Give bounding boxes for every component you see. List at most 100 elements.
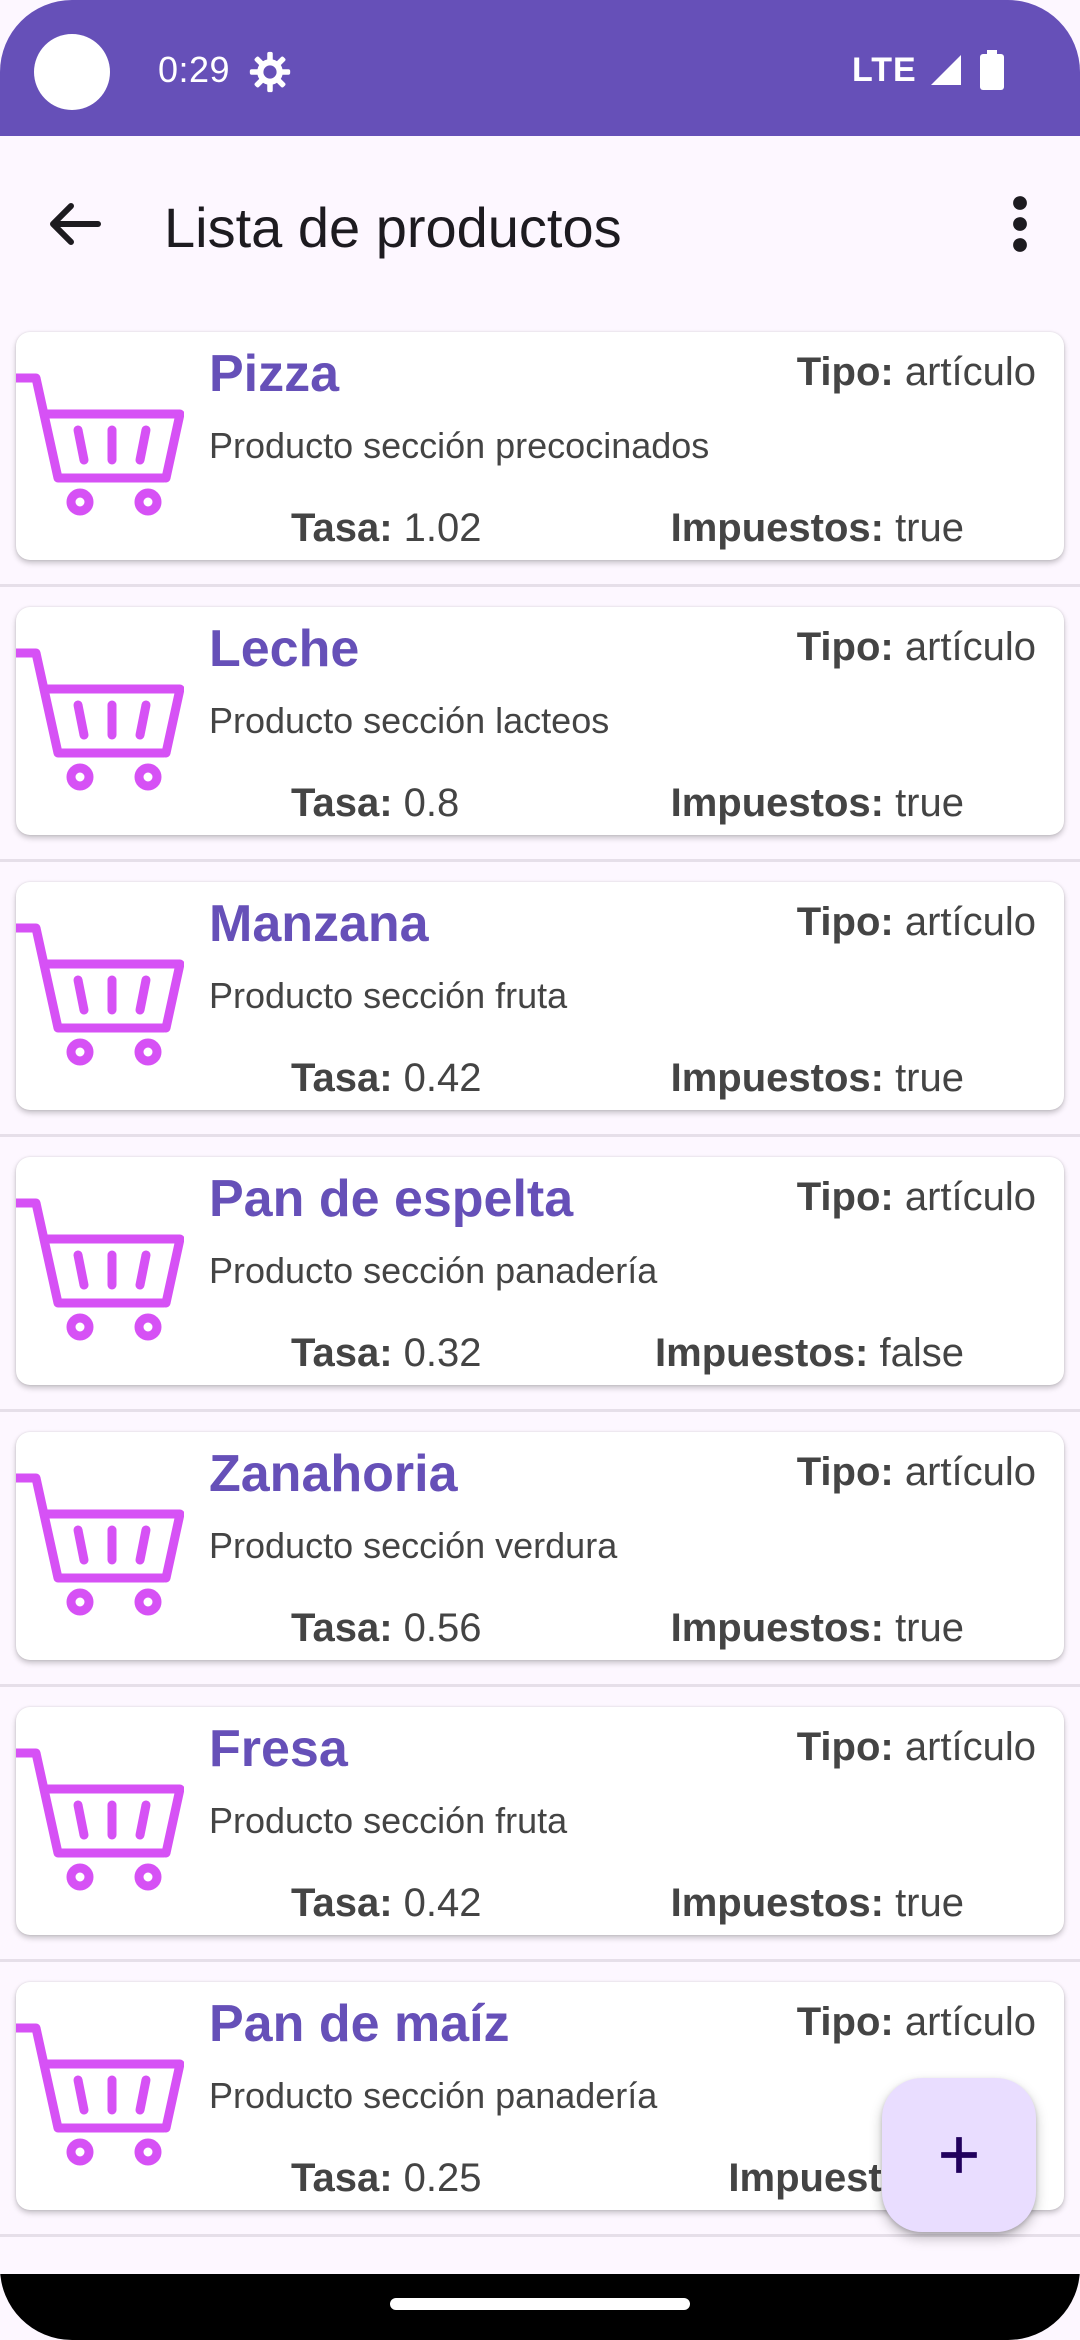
product-type: Tipo: artículo [797, 1996, 1036, 2048]
type-value: artículo [904, 1175, 1036, 1219]
battery-icon [980, 50, 1004, 90]
product-card[interactable]: Pan de espelta Tipo: artículo Producto sec… [16, 1157, 1064, 1385]
product-name: Manzana [209, 895, 429, 953]
product-card[interactable]: Manzana Tipo: artículo Producto sección fr… [16, 882, 1064, 1110]
rate-value: 0.42 [403, 1056, 482, 1100]
product-name: Leche [209, 620, 360, 678]
type-value: artículo [904, 1450, 1036, 1494]
page-title: Lista de productos [164, 196, 622, 259]
tax-value: true [895, 506, 964, 550]
tax-label: Impuestos: [670, 1606, 884, 1650]
tax-value: true [895, 1056, 964, 1100]
product-type: Tipo: artículo [797, 621, 1036, 673]
arrow-back-icon[interactable] [38, 188, 110, 260]
product-list[interactable]: Pizza Tipo: artículo Producto sección prec… [0, 332, 1080, 2257]
product-name: Zanahoria [209, 1445, 458, 1503]
shopping-cart-icon [16, 1473, 184, 1616]
product-tax: Impuestos: true [671, 1052, 964, 1104]
list-divider [0, 1959, 1080, 1962]
list-divider [0, 2234, 1080, 2237]
type-value: artículo [904, 2000, 1036, 2044]
tax-value: true [895, 1881, 964, 1925]
product-card[interactable]: Leche Tipo: artículo Producto sección lact… [16, 607, 1064, 835]
list-item[interactable]: Leche Tipo: artículo Producto sección lact… [0, 607, 1080, 882]
product-rate: Tasa: 0.42 [291, 1877, 482, 1929]
more-vert-icon[interactable] [1000, 188, 1040, 260]
product-tax: Impuestos: true [671, 1602, 964, 1654]
camera-cutout [34, 34, 110, 110]
tax-value: true [895, 1606, 964, 1650]
type-label: Tipo: [796, 1450, 894, 1494]
app-bar: Lista de productos [0, 136, 1080, 312]
product-card[interactable]: Fresa Tipo: artículo Producto sección frut… [16, 1707, 1064, 1935]
product-name: Pan de espelta [209, 1170, 574, 1228]
signal-icon [931, 55, 961, 85]
type-label: Tipo: [796, 1725, 894, 1769]
product-tax: Impuestos: false [655, 1327, 964, 1379]
product-name: Fresa [209, 1720, 348, 1778]
list-item[interactable]: Manzana Tipo: artículo Producto sección fr… [0, 882, 1080, 1157]
product-type: Tipo: artículo [797, 896, 1036, 948]
list-item[interactable]: Zanahoria Tipo: artículo Producto sección … [0, 1432, 1080, 1707]
rate-label: Tasa: [291, 1606, 393, 1650]
product-rate: Tasa: 1.02 [291, 502, 482, 554]
product-description: Producto sección lacteos [209, 700, 610, 741]
shopping-cart-icon [16, 648, 184, 791]
product-tax: Impuestos: true [671, 502, 964, 554]
tax-value: true [895, 781, 964, 825]
type-label: Tipo: [796, 2000, 894, 2044]
rate-label: Tasa: [291, 1331, 393, 1375]
rate-value: 1.02 [403, 506, 482, 550]
product-type: Tipo: artículo [797, 346, 1036, 398]
rate-value: 0.42 [403, 1881, 482, 1925]
product-description: Producto sección panadería [209, 1250, 658, 1291]
type-label: Tipo: [796, 350, 894, 394]
list-divider [0, 1684, 1080, 1687]
network-type: LTE [852, 51, 917, 89]
list-divider [0, 1134, 1080, 1137]
tax-label: Impuestos: [670, 781, 884, 825]
product-card[interactable]: Pizza Tipo: artículo Producto sección prec… [16, 332, 1064, 560]
list-item[interactable]: Pizza Tipo: artículo Producto sección prec… [0, 332, 1080, 607]
list-divider [0, 584, 1080, 587]
type-value: artículo [904, 900, 1036, 944]
product-rate: Tasa: 0.42 [291, 1052, 482, 1104]
list-item[interactable]: Fresa Tipo: artículo Producto sección frut… [0, 1707, 1080, 1982]
add-product-button[interactable] [882, 2078, 1036, 2232]
type-value: artículo [904, 625, 1036, 669]
product-rate: Tasa: 0.56 [291, 1602, 482, 1654]
type-value: artículo [904, 350, 1036, 394]
shopping-cart-icon [16, 2023, 184, 2166]
list-divider [0, 859, 1080, 862]
list-item[interactable]: Pan de espelta Tipo: artículo Producto sec… [0, 1157, 1080, 1432]
product-card[interactable]: Zanahoria Tipo: artículo Producto sección … [16, 1432, 1064, 1660]
tax-label: Impuestos: [670, 506, 884, 550]
type-label: Tipo: [796, 1175, 894, 1219]
navigation-bar [0, 2274, 1080, 2340]
rate-label: Tasa: [291, 506, 393, 550]
rate-value: 0.8 [403, 781, 460, 825]
product-description: Producto sección panadería [209, 2075, 658, 2116]
rate-label: Tasa: [291, 1881, 393, 1925]
product-name: Pizza [209, 345, 340, 403]
rate-label: Tasa: [291, 781, 393, 825]
tax-label: Impuestos: [655, 1331, 869, 1375]
rate-label: Tasa: [291, 2156, 393, 2200]
home-gesture-handle[interactable] [390, 2298, 690, 2310]
product-description: Producto sección precocinados [209, 425, 710, 466]
product-type: Tipo: artículo [797, 1721, 1036, 1773]
add-icon [941, 2137, 977, 2173]
type-value: artículo [904, 1725, 1036, 1769]
type-label: Tipo: [796, 900, 894, 944]
rate-value: 0.56 [403, 1606, 482, 1650]
shopping-cart-icon [16, 1198, 184, 1341]
status-time: 0:29 [158, 49, 231, 90]
product-description: Producto sección verdura [209, 1525, 618, 1566]
product-name: Pan de maíz [209, 1995, 510, 2053]
product-description: Producto sección fruta [209, 975, 568, 1016]
product-tax: Impuestos: true [671, 777, 964, 829]
product-type: Tipo: artículo [797, 1446, 1036, 1498]
product-type: Tipo: artículo [797, 1171, 1036, 1223]
shopping-cart-icon [16, 373, 184, 516]
tax-value: false [879, 1331, 965, 1375]
